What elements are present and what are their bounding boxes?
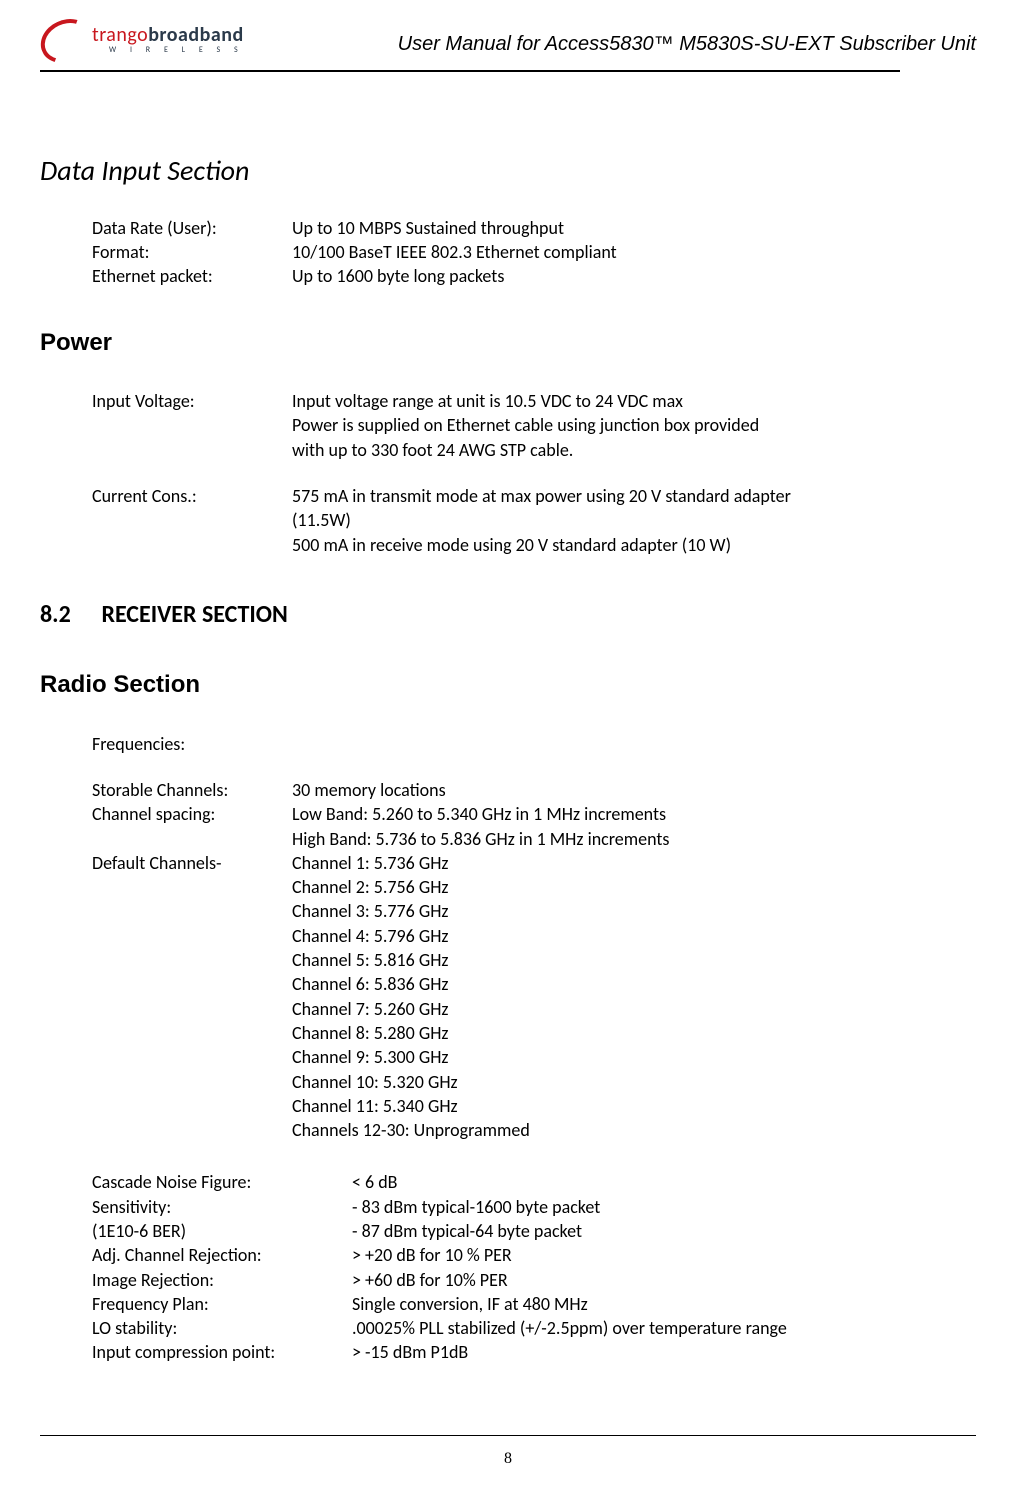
value: 575 mA in transmit mode at max power usi… <box>292 484 976 557</box>
header-title: User Manual for Access5830™ M5830S-SU-EX… <box>398 31 976 58</box>
heading-receiver-section: 8.2 RECEIVER SECTION <box>40 599 976 631</box>
power-block: Input Voltage: Input voltage range at un… <box>92 389 976 557</box>
section-title: RECEIVER SECTION <box>101 600 287 629</box>
line: Channel 11: 5.340 GHz <box>292 1094 976 1118</box>
row-data-rate: Data Rate (User): Up to 10 MBPS Sustaine… <box>92 216 976 240</box>
label: Frequencies: <box>92 732 292 756</box>
line: Channel 6: 5.836 GHz <box>292 972 976 996</box>
label: Sensitivity: <box>92 1195 352 1219</box>
value: Up to 10 MBPS Sustained throughput <box>292 216 976 240</box>
row-image-rejection: Image Rejection: > +60 dB for 10% PER <box>92 1268 976 1292</box>
line: Channel 5: 5.816 GHz <box>292 948 976 972</box>
row-input-compression: Input compression point: > -15 dBm P1dB <box>92 1340 976 1364</box>
value: - 83 dBm typical-1600 byte packet <box>352 1195 976 1219</box>
line: 575 mA in transmit mode at max power usi… <box>292 484 976 508</box>
row-current-cons: Current Cons.: 575 mA in transmit mode a… <box>92 484 976 557</box>
line: High Band: 5.736 to 5.836 GHz in 1 MHz i… <box>292 827 976 851</box>
row-frequency-plan: Frequency Plan: Single conversion, IF at… <box>92 1292 976 1316</box>
row-cascade-noise: Cascade Noise Figure: < 6 dB <box>92 1170 976 1194</box>
label: Ethernet packet: <box>92 264 292 288</box>
row-sensitivity: Sensitivity: - 83 dBm typical-1600 byte … <box>92 1195 976 1219</box>
value: 10/100 BaseT IEEE 802.3 Ethernet complia… <box>292 240 976 264</box>
label: (1E10-6 BER) <box>92 1219 352 1243</box>
line: Power is supplied on Ethernet cable usin… <box>292 413 976 437</box>
line: Input voltage range at unit is 10.5 VDC … <box>292 389 976 413</box>
logo-sub: W I R E L E S S <box>92 46 244 54</box>
value: > -15 dBm P1dB <box>352 1340 976 1364</box>
row-lo-stability: LO stability: .00025% PLL stabilized (+/… <box>92 1316 976 1340</box>
logo-swoosh-icon <box>40 20 90 58</box>
page-header: trangobroadband W I R E L E S S User Man… <box>40 20 976 66</box>
label: Input Voltage: <box>92 389 292 462</box>
line: Channel 2: 5.756 GHz <box>292 875 976 899</box>
value: - 87 dBm typical-64 byte packet <box>352 1219 976 1243</box>
row-input-voltage: Input Voltage: Input voltage range at un… <box>92 389 976 462</box>
value: > +60 dB for 10% PER <box>352 1268 976 1292</box>
line: Channel 3: 5.776 GHz <box>292 899 976 923</box>
page-content: Data Input Section Data Rate (User): Up … <box>40 72 976 1365</box>
line: with up to 330 foot 24 AWG STP cable. <box>292 438 976 462</box>
logo-text: trangobroadband W I R E L E S S <box>92 25 244 54</box>
line: Channel 8: 5.280 GHz <box>292 1021 976 1045</box>
row-format: Format: 10/100 BaseT IEEE 802.3 Ethernet… <box>92 240 976 264</box>
line: Channels 12-30: Unprogrammed <box>292 1118 976 1142</box>
radio-specs-block: Cascade Noise Figure: < 6 dB Sensitivity… <box>92 1170 976 1364</box>
label: Current Cons.: <box>92 484 292 557</box>
heading-radio-section: Radio Section <box>40 669 976 701</box>
label: Format: <box>92 240 292 264</box>
row-default-channels: Default Channels- Channel 1: 5.736 GHz C… <box>92 851 976 1143</box>
line: Channel 10: 5.320 GHz <box>292 1070 976 1094</box>
row-adj-channel-rejection: Adj. Channel Rejection: > +20 dB for 10 … <box>92 1243 976 1267</box>
label: Adj. Channel Rejection: <box>92 1243 352 1267</box>
line: Channel 9: 5.300 GHz <box>292 1045 976 1069</box>
logo-part2: broadband <box>148 23 244 47</box>
line: 500 mA in receive mode using 20 V standa… <box>292 533 976 557</box>
label: Input compression point: <box>92 1340 352 1364</box>
row-storable-channels: Storable Channels: 30 memory locations <box>92 778 976 802</box>
label: Storable Channels: <box>92 778 292 802</box>
label: Data Rate (User): <box>92 216 292 240</box>
label: Cascade Noise Figure: <box>92 1170 352 1194</box>
page-number: 8 <box>40 1448 976 1470</box>
line: Low Band: 5.260 to 5.340 GHz in 1 MHz in… <box>292 802 976 826</box>
value: 30 memory locations <box>292 778 976 802</box>
row-ethernet-packet: Ethernet packet: Up to 1600 byte long pa… <box>92 264 976 288</box>
line: Channel 1: 5.736 GHz <box>292 851 976 875</box>
label: Channel spacing: <box>92 802 292 851</box>
heading-power: Power <box>40 327 976 359</box>
value: Input voltage range at unit is 10.5 VDC … <box>292 389 976 462</box>
label: Frequency Plan: <box>92 1292 352 1316</box>
page-footer: 8 <box>40 1435 976 1470</box>
value: Up to 1600 byte long packets <box>292 264 976 288</box>
logo-part1: trango <box>92 23 148 47</box>
value: > +20 dB for 10 % PER <box>352 1243 976 1267</box>
value: Single conversion, IF at 480 MHz <box>352 1292 976 1316</box>
value: .00025% PLL stabilized (+/-2.5ppm) over … <box>352 1316 976 1340</box>
row-frequencies: Frequencies: <box>92 732 976 756</box>
label: LO stability: <box>92 1316 352 1340</box>
row-ber: (1E10-6 BER) - 87 dBm typical-64 byte pa… <box>92 1219 976 1243</box>
footer-rule <box>40 1435 976 1436</box>
value: < 6 dB <box>352 1170 976 1194</box>
heading-data-input: Data Input Section <box>40 152 976 190</box>
logo: trangobroadband W I R E L E S S <box>40 20 244 58</box>
line: Channel 4: 5.796 GHz <box>292 924 976 948</box>
data-input-block: Data Rate (User): Up to 10 MBPS Sustaine… <box>92 216 976 289</box>
radio-block: Frequencies: Storable Channels: 30 memor… <box>92 732 976 1365</box>
line: Channel 7: 5.260 GHz <box>292 997 976 1021</box>
label: Default Channels- <box>92 851 292 1143</box>
value: Channel 1: 5.736 GHz Channel 2: 5.756 GH… <box>292 851 976 1143</box>
value: Low Band: 5.260 to 5.340 GHz in 1 MHz in… <box>292 802 976 851</box>
section-number: 8.2 <box>40 599 96 631</box>
label: Image Rejection: <box>92 1268 352 1292</box>
row-channel-spacing: Channel spacing: Low Band: 5.260 to 5.34… <box>92 802 976 851</box>
line: (11.5W) <box>292 508 976 532</box>
